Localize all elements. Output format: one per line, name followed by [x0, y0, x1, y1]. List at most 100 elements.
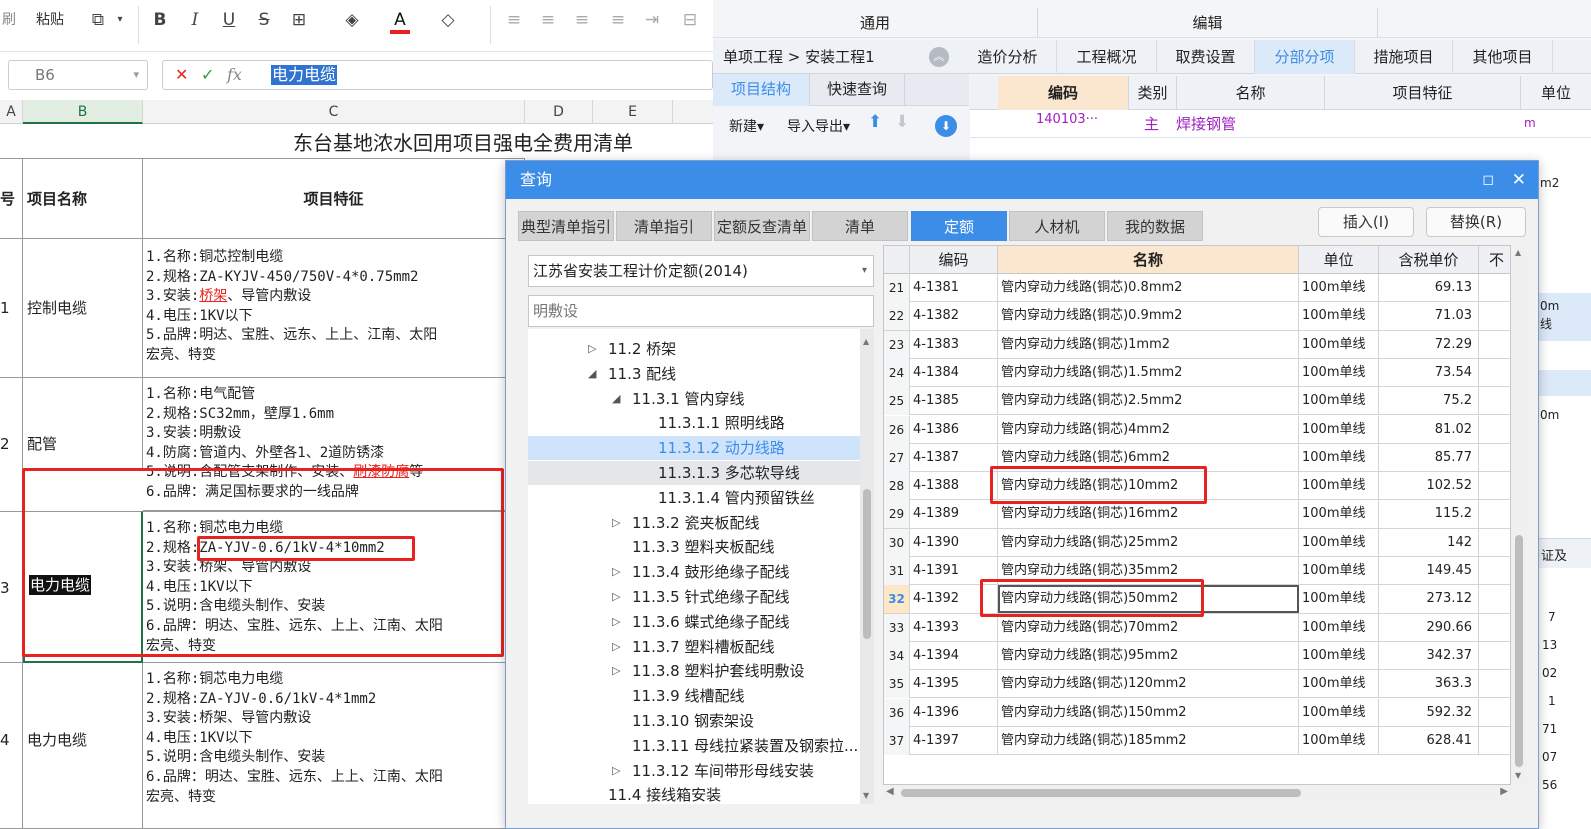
formula-input[interactable]: ✕ ✓ fx 电力电缆 [162, 60, 713, 90]
scroll-up-icon[interactable]: ▲ [863, 337, 869, 346]
scroll-down-icon[interactable]: ▼ [1515, 771, 1521, 780]
scroll-up-icon[interactable]: ▲ [1515, 248, 1521, 257]
strikethrough-button[interactable]: S [250, 6, 278, 34]
fill-color-icon[interactable]: ◈ [338, 6, 366, 34]
justify-icon[interactable]: ≡ [604, 6, 632, 34]
expanded-arrow-icon[interactable]: ◢ [612, 387, 620, 411]
tab-quota-reverse[interactable]: 定额反查清单 [714, 211, 810, 241]
paste-button[interactable]: 粘贴 [26, 8, 74, 32]
table-row[interactable]: 21 4-1381 管内穿动力线路(铜芯)0.8mm2 100m单线 69.13 [884, 274, 1510, 303]
close-icon[interactable]: ✕ [1512, 161, 1526, 199]
chevron-down-icon[interactable]: ▾ [133, 61, 139, 89]
insert-button[interactable]: 插入(I) [1318, 207, 1414, 237]
tab-subitems[interactable]: 分部分项 [1255, 40, 1355, 74]
col-name[interactable]: 名称 [998, 246, 1299, 274]
row-no[interactable]: 4 [0, 663, 23, 829]
tab-project-overview[interactable]: 工程概况 [1057, 40, 1157, 74]
tree-node[interactable]: 11.3.11 母线拉紧装置及钢索拉... [528, 734, 860, 758]
merge-cells-icon[interactable]: ⊟ [676, 6, 704, 34]
scroll-left-icon[interactable]: ◀ [886, 786, 894, 797]
tab-my-data[interactable]: 我的数据 [1107, 211, 1203, 241]
col-header-e[interactable]: E [593, 100, 673, 124]
align-center-icon[interactable]: ≡ [534, 6, 562, 34]
table-scrollbar-h[interactable]: ◀ ▶ [883, 785, 1511, 801]
tab-quick-query[interactable]: 快速查询 [809, 74, 905, 106]
borders-icon[interactable]: ⊞ [285, 6, 313, 34]
tab-cost-analysis[interactable]: 造价分析 [959, 40, 1057, 74]
tree-scroll-thumb[interactable] [863, 489, 871, 639]
table-row[interactable]: 30 4-1390 管内穿动力线路(铜芯)25mm2 100m单线 142 [884, 528, 1510, 557]
expanded-arrow-icon[interactable]: ◢ [588, 362, 596, 386]
italic-button[interactable]: I [181, 6, 209, 34]
row-no[interactable]: 2 [0, 378, 23, 511]
collapsed-arrow-icon[interactable]: ▷ [612, 635, 620, 659]
col-price[interactable]: 含税单价 [1379, 246, 1479, 274]
table-row[interactable]: 25 4-1385 管内穿动力线路(铜芯)2.5mm2 100m单线 75.2 [884, 387, 1510, 416]
tab-other-items[interactable]: 其他项目 [1453, 40, 1553, 74]
download-icon[interactable]: ⬇ [935, 115, 957, 137]
tree-node[interactable]: ▷ 11.3.6 蝶式绝缘子配线 [528, 610, 860, 634]
wrap-text-icon[interactable]: ⇥ [638, 6, 666, 34]
table-row[interactable]: 37 4-1397 管内穿动力线路(铜芯)185mm2 100m单线 628.41 [884, 726, 1510, 756]
sheet-title[interactable]: 东台基地浓水回用项目强电全费用清单 [143, 128, 713, 158]
col-code[interactable]: 编码 [910, 246, 998, 274]
confirm-icon[interactable]: ✓ [201, 61, 214, 89]
table-scroll-thumb-h[interactable] [901, 789, 1301, 797]
breadcrumb[interactable]: 单项工程 > 安装工程1 [723, 40, 875, 74]
tree-node[interactable]: 11.3.3 塑料夹板配线 [528, 535, 860, 559]
tree-node[interactable]: 11.3.1.1 照明线路 [528, 411, 860, 435]
collapsed-arrow-icon[interactable]: ▷ [612, 560, 620, 584]
cancel-icon[interactable]: ✕ [175, 61, 188, 89]
collapsed-arrow-icon[interactable]: ▷ [588, 337, 596, 361]
replace-button[interactable]: 替换(R) [1426, 207, 1526, 237]
col-unit[interactable]: 单位 [1299, 246, 1379, 274]
grid-row[interactable]: 140103··· 主 焊接钢管 m [970, 110, 1591, 138]
collapsed-arrow-icon[interactable]: ▷ [612, 610, 620, 634]
col-code[interactable]: 编码 [998, 76, 1128, 110]
tree-node[interactable]: 11.3.9 线槽配线 [528, 684, 860, 708]
name-box[interactable]: B6 ▾ [8, 60, 148, 90]
row-no[interactable]: 3 [0, 511, 23, 663]
col-type[interactable]: 类别 [1128, 76, 1176, 110]
collapsed-arrow-icon[interactable]: ▷ [612, 585, 620, 609]
tree-node[interactable]: ▷ 11.3.8 塑料护套线明敷设 [528, 659, 860, 683]
tree-node[interactable]: ▷ 11.3.7 塑料槽板配线 [528, 635, 860, 659]
header-name[interactable]: 项目名称 [23, 158, 143, 239]
tab-quota[interactable]: 定额 [911, 211, 1007, 241]
move-down-icon[interactable]: ⬇ [895, 112, 909, 132]
tree-node[interactable]: ▷ 11.2 桥架 [528, 337, 860, 361]
collapsed-arrow-icon[interactable]: ▷ [612, 759, 620, 783]
row-no[interactable]: 1 [0, 239, 23, 378]
tree-node[interactable]: 11.3.1.3 多芯软导线 [528, 461, 860, 485]
format-brush-button[interactable]: 刷 [0, 8, 18, 32]
row-name[interactable]: 电力电缆 [23, 663, 143, 829]
tab-list-guide[interactable]: 清单指引 [616, 211, 712, 241]
tree-node[interactable]: 11.4 接线箱安装 [528, 783, 860, 804]
dialog-titlebar[interactable]: 查询 ◻ ✕ [506, 161, 1538, 199]
import-export-button[interactable]: 导入导出▾ [787, 116, 850, 136]
quota-library-select[interactable]: 江苏省安装工程计价定额(2014) ▾ [528, 255, 874, 287]
tree-node[interactable]: ◢ 11.3 配线 [528, 362, 860, 386]
col-name[interactable]: 名称 [1176, 76, 1324, 110]
tab-labor-material[interactable]: 人材机 [1009, 211, 1105, 241]
col-header-d[interactable]: D [525, 100, 593, 124]
table-row[interactable]: 34 4-1394 管内穿动力线路(铜芯)95mm2 100m单线 342.37 [884, 641, 1510, 671]
scroll-right-icon[interactable]: ▶ [1500, 786, 1508, 797]
table-scrollbar-v[interactable]: ▲ ▼ [1511, 245, 1527, 785]
collapsed-arrow-icon[interactable]: ▷ [612, 511, 620, 535]
row-features[interactable]: 1.名称:铜芯电力电缆 2.规格:ZA-YJV-0.6/1kV-4*1mm2 3.安… [143, 663, 525, 829]
tab-typical-list-guide[interactable]: 典型清单指引 [518, 211, 614, 241]
tree-node[interactable]: ◢ 11.3.1 管内穿线 [528, 387, 860, 411]
eraser-icon[interactable]: ◇ [434, 6, 462, 34]
tree-scrollbar[interactable]: ▲ ▼ [860, 329, 874, 804]
table-row[interactable]: 22 4-1382 管内穿动力线路(铜芯)0.9mm2 100m单线 71.03 [884, 302, 1510, 331]
tree-node[interactable]: 11.3.10 钢索架设 [528, 709, 860, 733]
new-button[interactable]: 新建▾ [729, 116, 764, 136]
tree-node[interactable]: 11.3.1.4 管内预留铁丝 [528, 486, 860, 510]
header-no[interactable]: 号 [0, 158, 23, 239]
table-row[interactable]: 33 4-1393 管内穿动力线路(铜芯)70mm2 100m单线 290.66 [884, 613, 1510, 642]
search-input[interactable] [528, 295, 874, 327]
row-features[interactable]: 1.名称:铜芯控制电缆 2.规格:ZA-KYJV-450/750V-4*0.75m… [143, 239, 525, 378]
tree-node[interactable]: ▷ 11.3.5 针式绝缘子配线 [528, 585, 860, 609]
function-icon[interactable]: fx [227, 61, 242, 89]
